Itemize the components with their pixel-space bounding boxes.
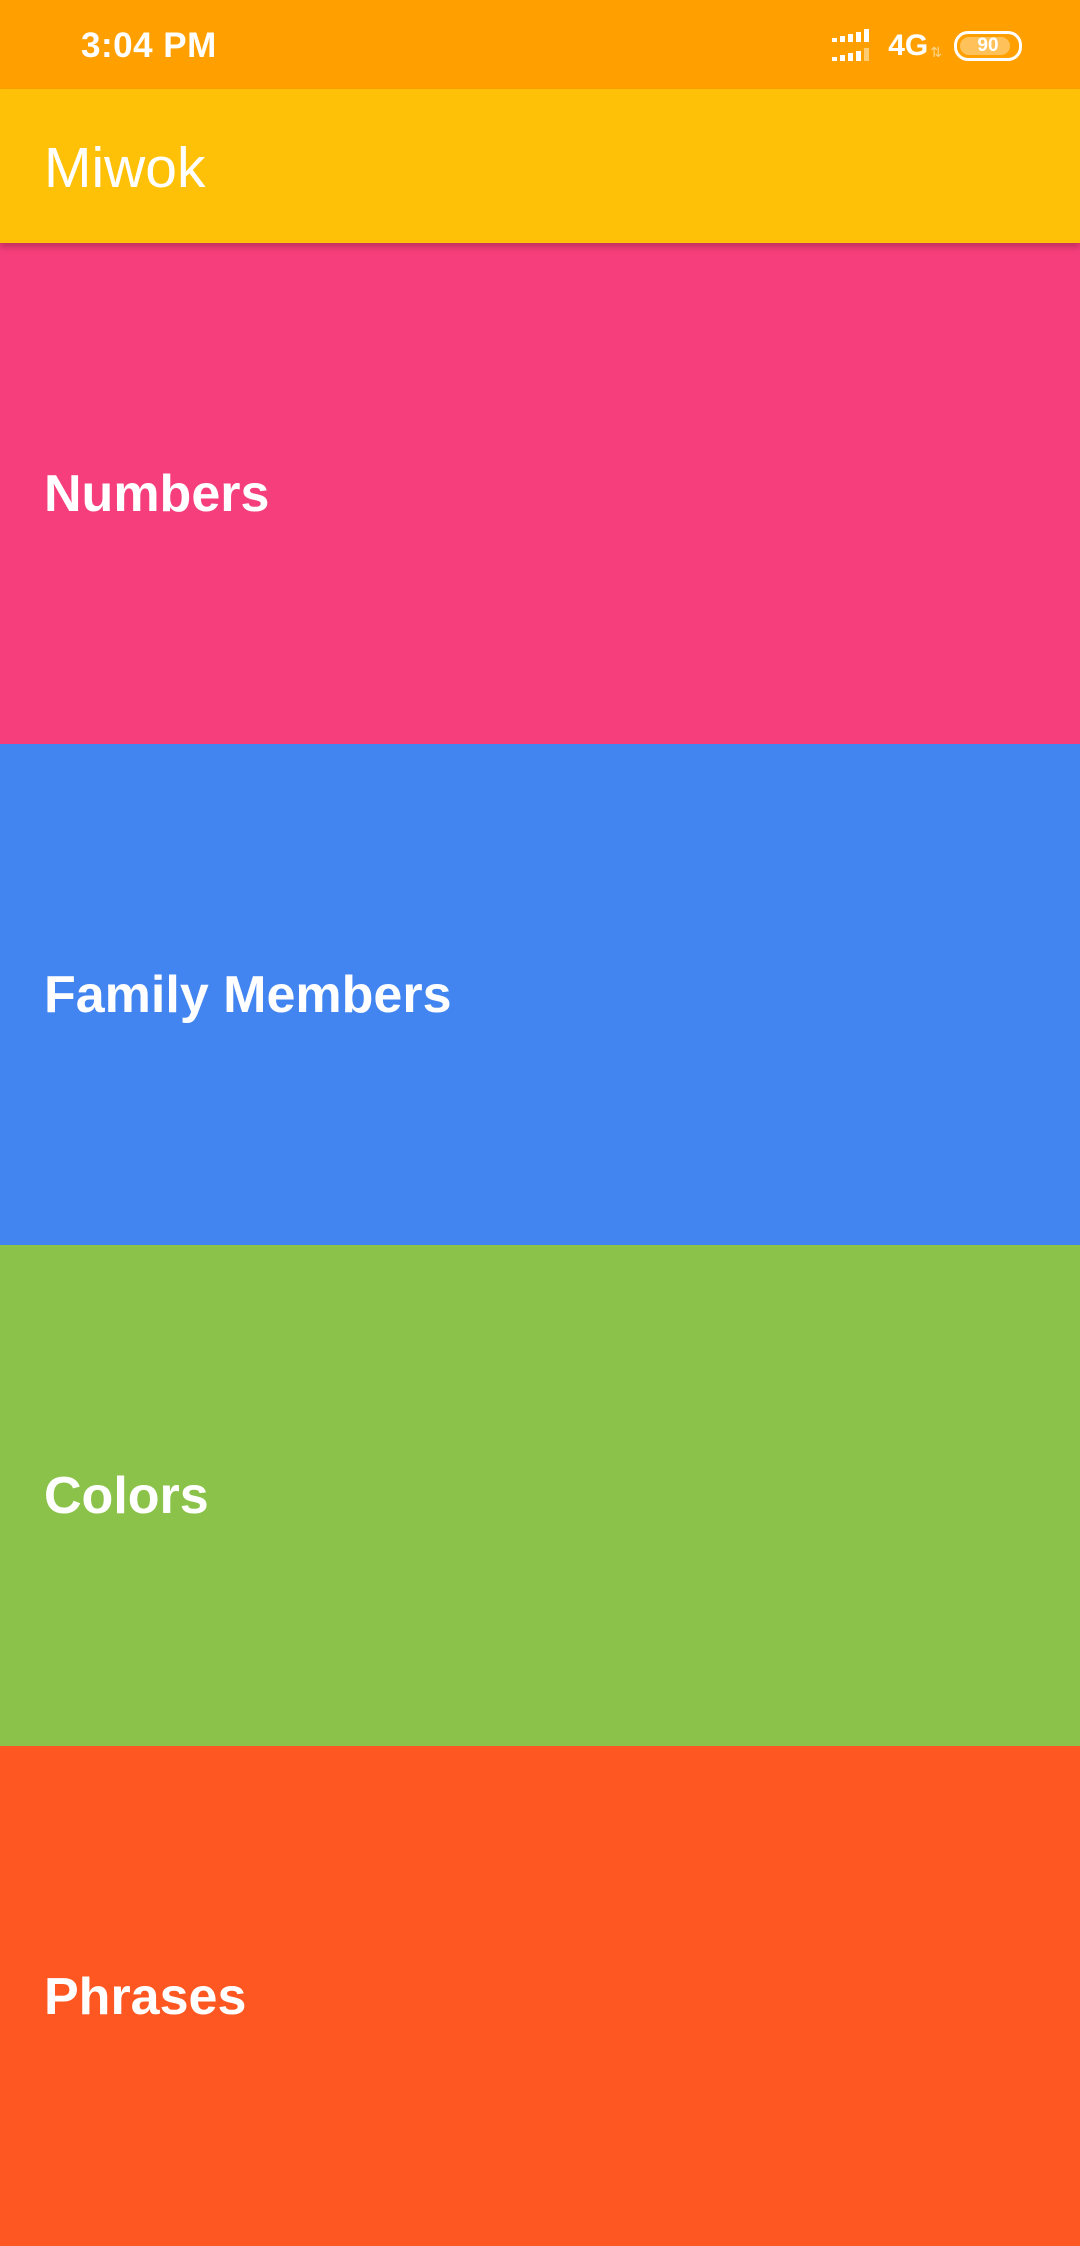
category-colors-label: Colors xyxy=(44,1466,209,1525)
category-numbers-label: Numbers xyxy=(44,464,270,523)
app-title: Miwok xyxy=(44,136,206,200)
network-type: 4G xyxy=(888,29,929,62)
category-phrases[interactable]: Phrases xyxy=(0,1746,1080,2246)
battery-icon: 90 xyxy=(954,31,1022,61)
status-icons: 4G ⇅ 90 xyxy=(832,28,1022,64)
category-list: Numbers Family Members Colors Phrases xyxy=(0,243,1080,2246)
battery-percentage: 90 xyxy=(977,35,999,56)
category-family-members[interactable]: Family Members xyxy=(0,744,1080,1245)
category-numbers[interactable]: Numbers xyxy=(0,243,1080,744)
signal-bars-icon xyxy=(832,29,870,61)
category-phrases-label: Phrases xyxy=(44,1967,247,2026)
category-colors[interactable]: Colors xyxy=(0,1245,1080,1746)
category-family-members-label: Family Members xyxy=(44,965,452,1024)
data-activity-icon: ⇅ xyxy=(930,44,942,60)
status-time: 3:04 PM xyxy=(81,26,217,65)
screen: 3:04 PM 4G ⇅ 90 Miwok Numbers Family Mem… xyxy=(0,0,1080,2246)
app-bar: Miwok xyxy=(0,89,1080,243)
status-bar: 3:04 PM 4G ⇅ 90 xyxy=(0,0,1080,89)
